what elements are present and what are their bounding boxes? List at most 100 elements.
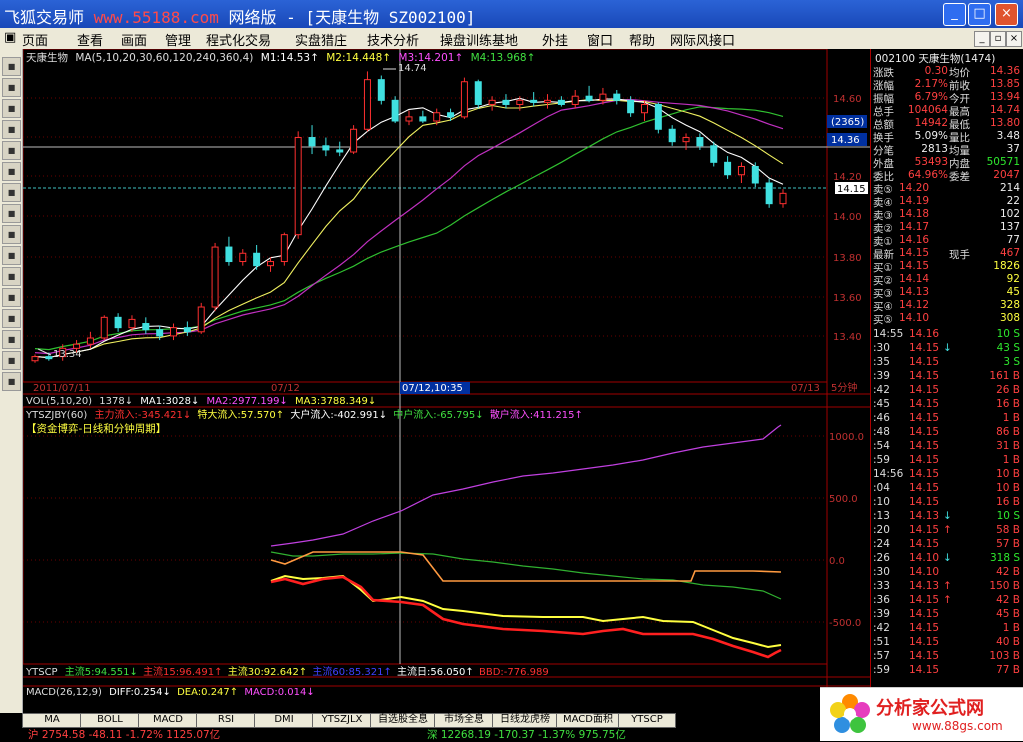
candle-body [253,252,261,267]
tick-time: :59 [873,454,890,466]
price-tick-label: 14.60 [833,94,862,105]
docs-icon[interactable]: ■ [2,162,21,181]
tick-arrow: ↓ [943,510,952,522]
menu-page[interactable]: 页面 [22,30,48,49]
tab-1[interactable]: BOLL [80,713,140,728]
stat-value: 13.80 [989,117,1020,129]
tick-price: 14.15 [909,468,940,480]
ask-row: 卖④ 14.19 22 [871,195,1023,209]
tick-time: :04 [873,482,890,494]
price-tick-label: 14.20 [833,172,862,183]
period-label[interactable]: 5分钟 [831,381,857,394]
menu-training[interactable]: 操盘训练基地 [440,30,518,49]
tick-row: :24 14.15 57 B [871,538,1023,552]
tab-7[interactable]: 市场全息 [434,713,494,728]
panel-icon[interactable]: ■ [2,309,21,328]
tick-time: :30 [873,342,890,354]
menu-window[interactable]: 窗口 [587,30,613,49]
tick-row: :13 14.13 ↓ 10 S [871,510,1023,524]
tick-arrow: ↓ [943,552,952,564]
candle-body [391,99,399,122]
tab-2[interactable]: MACD [138,713,198,728]
tab-8[interactable]: 日线龙虎榜 [492,713,558,728]
ma-legend: 天康生物 MA(5,10,20,30,60,120,240,360,4) M1:… [26,51,535,64]
minimize-button[interactable]: _ [943,3,966,26]
stat-value: 5.09% [914,130,948,142]
fundflow-legend: YTSZJBY(60) 主力流入:-345.421↓ 特大流入:57.570↑ … [25,408,583,421]
tick-row: :36 14.15 ↑ 42 B [871,594,1023,608]
candle-body [350,128,358,153]
tick-price: 14.15 [909,398,940,410]
app-menu-icon[interactable]: ▣ [4,30,16,45]
tick-row: 14:56 14.15 10 B [871,468,1023,482]
menu-screen[interactable]: 画面 [121,30,147,49]
menu-view[interactable]: 查看 [77,30,103,49]
tab-4[interactable]: DMI [254,713,314,728]
tick-volume: 1 B [1002,412,1020,424]
bid-row: 买④ 14.12 328 [871,299,1023,313]
chart-icon[interactable]: ■ [2,330,21,349]
ask-price: 14.19 [899,195,930,207]
tab-3[interactable]: RSI [196,713,256,728]
menu-tech-analysis[interactable]: 技术分析 [367,30,419,49]
candle-body [474,81,482,105]
menu-manage[interactable]: 管理 [165,30,191,49]
arrow-icon[interactable]: ■ [2,99,21,118]
candle-body [377,79,385,101]
menu-hunt[interactable]: 实盘猎庄 [295,30,347,49]
close-button[interactable]: × [995,3,1018,26]
menu-program-trade[interactable]: 程式化交易 [206,30,271,49]
book-icon[interactable]: ■ [2,204,21,223]
alarm-icon[interactable]: ■ [2,246,21,265]
tick-volume: 318 S [989,552,1020,564]
maximize-button[interactable]: □ [968,3,991,26]
stat-value: 0.30 [924,65,948,77]
search-icon[interactable]: ■ [2,225,21,244]
tick-arrow: ↓ [943,342,952,354]
tool-icon[interactable]: ■ [2,372,21,391]
tab-0[interactable]: MA [22,713,82,728]
tick-volume: 1 B [1002,622,1020,634]
tab-10[interactable]: YTSCP [618,713,676,728]
menu-netwind[interactable]: 网际风接口 [670,30,735,49]
wave-icon[interactable]: ■ [2,351,21,370]
chart-area[interactable]: 14.6014.4014.2014.0013.8013.6013.40 (236… [22,48,870,713]
tick-arrow: ↑ [943,524,952,536]
coin-icon[interactable]: ■ [2,141,21,160]
lines-icon[interactable]: ■ [2,120,21,139]
mdi-close-button[interactable]: × [1006,31,1022,47]
menu-plugin[interactable]: 外挂 [542,30,568,49]
tick-price: 14.15 [909,384,940,396]
grid-icon[interactable]: ■ [2,288,21,307]
ask-row: 卖② 14.17 137 [871,221,1023,235]
tick-time: :10 [873,496,890,508]
mdi-restore-button[interactable]: ▫ [990,31,1006,47]
ma4-line [34,106,784,351]
fundflow-tick-label: 500.0 [829,494,858,505]
candle-body [530,99,538,103]
fundflow-subtitle: 【资金博弈-日线和分钟周期】 [26,422,166,435]
quote-stat-row: 分笔 2813 均量 37 [871,143,1023,157]
chart-svg[interactable]: 14.6014.4014.2014.0013.8013.6013.40 (236… [22,48,870,713]
tab-9[interactable]: MACD面积 [556,713,620,728]
mdi-minimize-button[interactable]: _ [974,31,990,47]
ask-volume: 214 [999,182,1020,194]
stat-value: 14942 [914,117,948,129]
tick-price: 14.15 [909,426,940,438]
tick-volume: 3 S [1003,356,1020,368]
tick-row: :30 14.10 42 B [871,566,1023,580]
tab-5[interactable]: YTSZJLX [312,713,372,728]
candle-body [488,99,496,105]
stack-icon[interactable]: ■ [2,183,21,202]
stat-value: 37 [1006,143,1020,155]
quote-stat-row: 总额 14942 最低 13.80 [871,117,1023,131]
ask-volume: 102 [999,208,1020,220]
bid-volume: 328 [999,299,1020,311]
tab-6[interactable]: 自选股全息 [370,713,436,728]
pen-icon[interactable]: ■ [2,267,21,286]
tick-row: :04 14.15 10 B [871,482,1023,496]
cross-icon[interactable]: ■ [2,78,21,97]
candle-body [668,128,676,143]
rsi-icon[interactable]: ■ [2,57,21,76]
menu-help[interactable]: 帮助 [629,30,655,49]
